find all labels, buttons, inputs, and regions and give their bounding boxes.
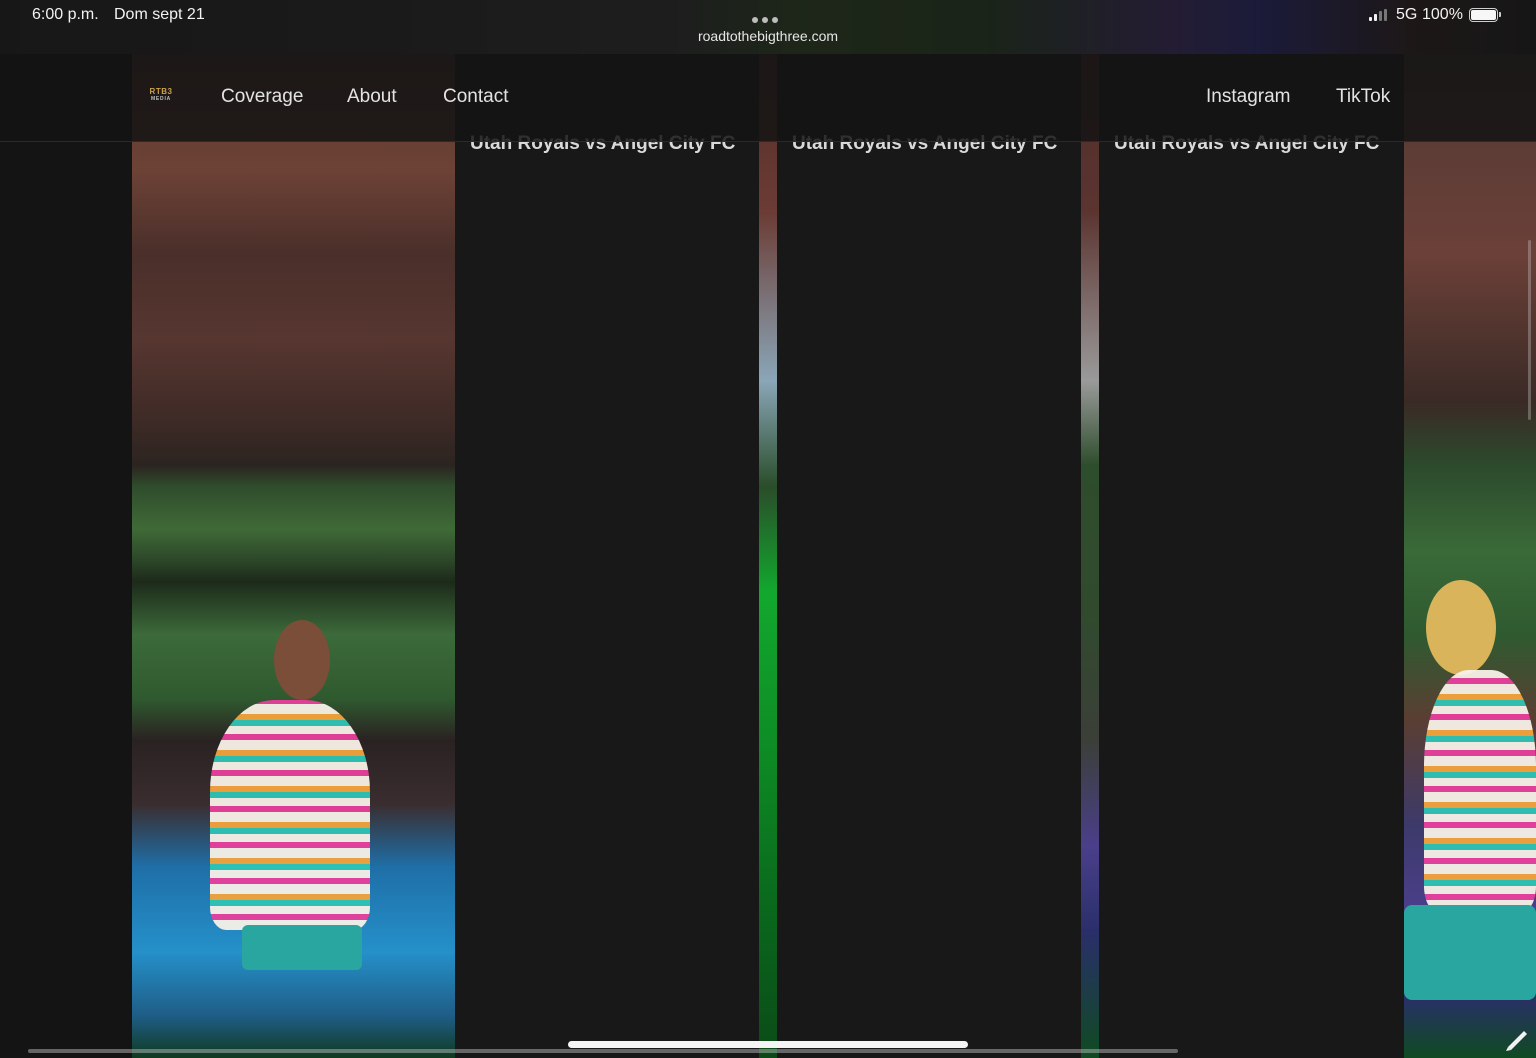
player-shorts — [1404, 905, 1536, 1000]
horizontal-scrollbar[interactable] — [28, 1049, 1178, 1053]
logo-subtext: MEDIA — [150, 96, 172, 102]
player-head — [1426, 580, 1496, 675]
battery-icon — [1469, 8, 1501, 22]
player-head — [274, 620, 330, 700]
battery-percentage: 100% — [1422, 6, 1463, 23]
status-time: 6:00 p.m. — [32, 6, 99, 23]
site-navbar: RTB3 MEDIA Coverage About Contact Instag… — [0, 54, 1536, 142]
screen: Utah Royals vs Angel City FC Utah Royals… — [0, 0, 1536, 1058]
gallery: Utah Royals vs Angel City FC Utah Royals… — [0, 0, 1536, 1058]
player-jersey — [1424, 670, 1536, 910]
nav-link-tiktok[interactable]: TikTok — [1336, 86, 1390, 108]
gallery-photo-3[interactable] — [1081, 0, 1099, 1058]
nav-link-about[interactable]: About — [347, 86, 397, 108]
vertical-scrollbar[interactable] — [1528, 240, 1531, 420]
site-logo[interactable]: RTB3 MEDIA — [148, 88, 174, 104]
logo-wordmark: RTB3 — [149, 87, 173, 96]
gallery-photo-4[interactable] — [1404, 0, 1536, 1058]
status-bar: 6:00 p.m. Dom sept 21 roadtothebigthree.… — [0, 0, 1536, 54]
player-jersey — [210, 700, 370, 930]
gallery-card-1[interactable]: Utah Royals vs Angel City FC — [455, 0, 759, 1058]
address-url[interactable]: roadtothebigthree.com — [0, 28, 1536, 44]
gallery-photo-2[interactable] — [759, 0, 777, 1058]
nav-link-contact[interactable]: Contact — [443, 86, 508, 108]
gallery-card-3[interactable]: Utah Royals vs Angel City FC — [1099, 0, 1404, 1058]
cellular-signal-icon — [1369, 9, 1389, 21]
pencil-icon[interactable] — [1502, 1022, 1532, 1052]
ellipsis-icon[interactable] — [752, 10, 784, 23]
player-shorts — [242, 925, 362, 970]
nav-link-coverage[interactable]: Coverage — [221, 86, 303, 108]
gallery-card-2[interactable]: Utah Royals vs Angel City FC — [777, 0, 1081, 1058]
status-date: Dom sept 21 — [114, 6, 205, 23]
gallery-photo-1[interactable] — [132, 0, 455, 1058]
nav-link-instagram[interactable]: Instagram — [1206, 86, 1290, 108]
network-type: 5G — [1396, 6, 1418, 23]
home-indicator[interactable] — [568, 1041, 968, 1048]
